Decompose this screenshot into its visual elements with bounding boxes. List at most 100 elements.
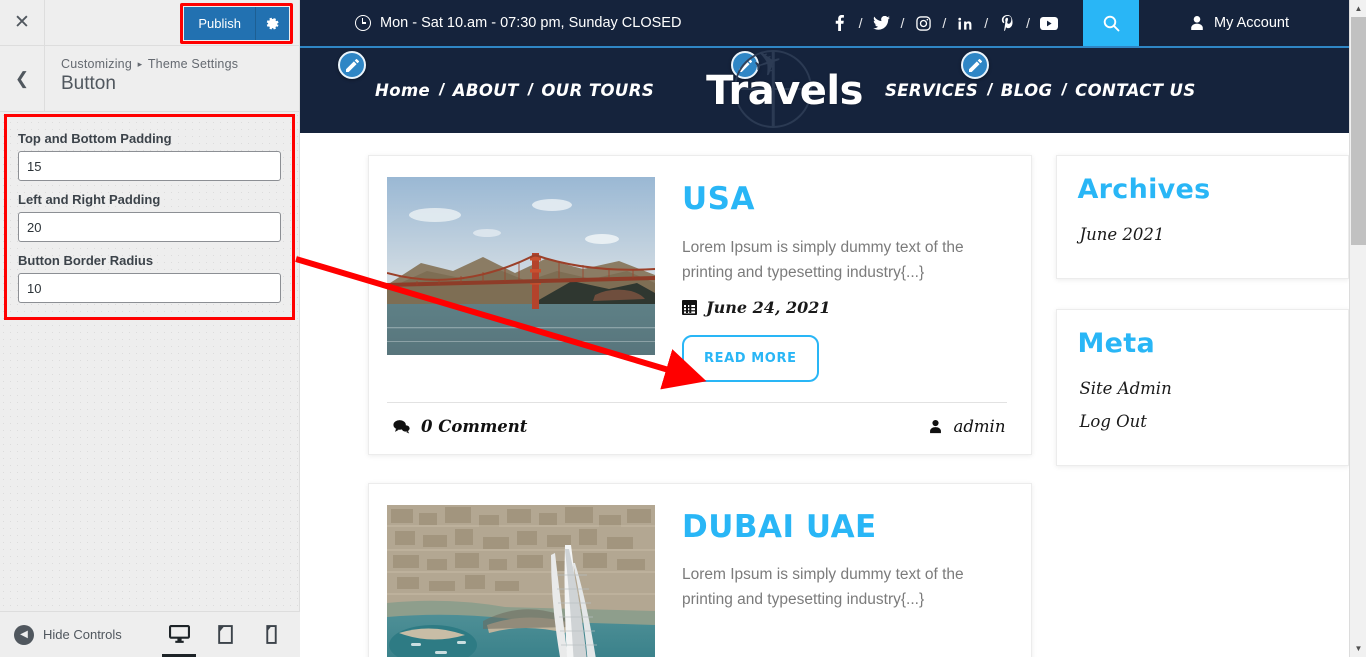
separator: / [858,15,863,31]
top-bottom-padding-input[interactable] [18,151,281,181]
pinterest-glyph [1001,15,1013,31]
publish-button[interactable]: Publish [184,7,255,40]
field-label: Button Border Radius [18,253,154,268]
breadcrumb-parent[interactable]: Theme Settings [148,57,238,71]
nav-item-blog[interactable]: BLOG [1001,81,1053,100]
post-excerpt: Lorem Ipsum is simply dummy text of the … [682,566,964,609]
gear-icon[interactable] [255,7,289,40]
archive-link-june-2021[interactable]: June 2021 [1077,221,1326,248]
desktop-icon[interactable] [162,620,196,657]
linkedin-glyph [958,17,972,30]
nav-separator: / [527,81,533,99]
scrollbar-thumb[interactable] [1351,17,1366,245]
post-thumbnail-usa[interactable] [387,177,655,355]
nav-item-our-tours[interactable]: OUR TOURS [541,81,654,100]
pencil-glyph [345,58,359,72]
linkedin-icon[interactable] [953,16,977,31]
settings-highlight-box: Top and Bottom Padding Left and Right Pa… [4,114,295,320]
publish-highlight-box: Publish [180,3,293,44]
hide-controls-button[interactable]: ◀ Hide Controls [0,624,122,645]
customizer-topbar: ✕ Publish [0,0,299,46]
site-logo-text: Travels [706,67,863,114]
post-title-dubai[interactable]: DUBAI UAE [682,511,1007,544]
post-thumbnail-dubai[interactable] [387,504,655,657]
meta-link-site-admin[interactable]: Site Admin [1077,375,1326,402]
calendar-icon [682,299,697,315]
site-preview: Mon - Sat 10.am - 07:30 pm, Sunday CLOSE… [300,0,1349,657]
customizer-header: ❮ Customizing ▸ Theme Settings Button [0,46,299,112]
caret-up-icon[interactable]: ▲ [1350,0,1366,17]
pinterest-icon[interactable] [995,15,1019,31]
browser-scrollbar[interactable]: ▲ ▼ [1349,0,1366,657]
mobile-icon[interactable] [258,620,284,650]
clock-icon [355,15,371,31]
field-top-bottom-padding: Top and Bottom Padding [18,131,281,181]
collapse-arrow-icon: ◀ [14,624,34,645]
post-card: USA Lorem Ipsum is simply dummy text of … [368,155,1033,455]
nav-item-services[interactable]: SERVICES [885,81,978,100]
primary-nav-right: SERVICES / BLOG / CONTACT US [885,81,1196,100]
post-date: June 24, 2021 [682,298,1007,317]
site-logo[interactable]: ✈ Travels [706,41,863,128]
tablet-icon[interactable] [212,620,238,650]
site-sidebar: Archives June 2021 Meta Site Admin Log O… [1056,155,1349,657]
nav-item-home[interactable]: Home [375,81,430,100]
youtube-icon[interactable] [1037,16,1061,30]
search-button[interactable] [1083,0,1140,46]
twitter-icon[interactable] [869,16,893,30]
widget-title: Archives [1077,174,1211,205]
page-title: Button [61,73,116,94]
field-left-right-padding: Left and Right Padding [18,192,281,242]
caret-down-icon[interactable]: ▼ [1350,640,1366,657]
customizer-panel: ✕ Publish ❮ Customizing ▸ Theme Settings [0,0,300,657]
field-label: Left and Right Padding [18,192,161,207]
widget-meta: Meta Site Admin Log Out [1056,309,1349,466]
customizer-footer: ◀ Hide Controls [0,611,300,657]
desktop-glyph [168,625,190,643]
my-account-label: My Account [1214,15,1289,31]
hide-controls-label: Hide Controls [43,627,122,642]
pencil-edit-icon[interactable] [961,51,989,79]
separator: / [1026,15,1031,31]
post-title-usa[interactable]: USA [682,183,1007,216]
nav-separator: / [987,81,992,99]
mobile-glyph [265,625,277,644]
business-hours-text: Mon - Sat 10.am - 07:30 pm, Sunday CLOSE… [380,15,682,31]
site-topbar: Mon - Sat 10.am - 07:30 pm, Sunday CLOSE… [300,0,1349,46]
nav-item-about[interactable]: ABOUT [453,81,519,100]
back-button[interactable]: ❮ [0,46,45,111]
read-more-button[interactable]: READ MORE [682,334,819,382]
social-links: / / / / / [828,15,1061,31]
left-right-padding-input[interactable] [18,212,281,242]
user-icon [1191,16,1203,30]
field-button-border-radius: Button Border Radius [18,253,281,303]
comment-count-label: 0 Comment [421,416,528,436]
tablet-glyph [217,625,233,644]
business-hours: Mon - Sat 10.am - 07:30 pm, Sunday CLOSE… [355,15,681,31]
close-icon[interactable]: ✕ [0,0,45,45]
site-navbar: Home / ABOUT / OUR TOURS ✈ Travels SERVI… [300,41,1349,133]
meta-link-log-out[interactable]: Log Out [1077,408,1326,435]
instagram-icon[interactable] [911,15,935,31]
post-author[interactable]: admin [928,417,1005,436]
nav-item-contact-us[interactable]: CONTACT US [1075,81,1196,100]
content-area: USA Lorem Ipsum is simply dummy text of … [300,133,1349,657]
comment-count[interactable]: 0 Comment [393,417,527,436]
post-card: DUBAI UAE Lorem Ipsum is simply dummy te… [368,482,1033,657]
facebook-glyph [835,15,844,31]
post-list: USA Lorem Ipsum is simply dummy text of … [368,155,1033,657]
dubai-burj-al-arab-photo [387,504,655,657]
search-icon [1103,15,1119,31]
device-preview-group [162,620,300,657]
facebook-icon[interactable] [828,15,852,31]
breadcrumb-root[interactable]: Customizing [61,57,132,71]
field-label: Top and Bottom Padding [18,131,172,146]
button-border-radius-input[interactable] [18,273,281,303]
widget-title: Meta [1077,328,1155,359]
pencil-edit-icon[interactable] [338,51,366,79]
instagram-glyph [916,15,931,31]
separator: / [984,15,989,31]
my-account-link[interactable]: My Account [1139,15,1289,31]
post-excerpt: Lorem Ipsum is simply dummy text of the … [682,238,964,281]
pencil-glyph [968,58,982,72]
